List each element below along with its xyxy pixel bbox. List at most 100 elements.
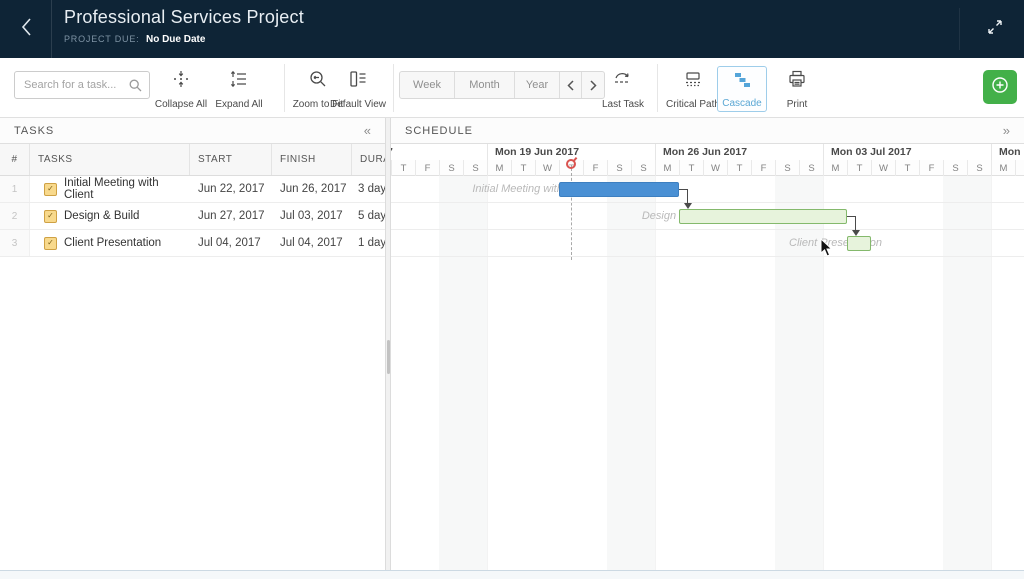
day-header-cell: T	[727, 160, 751, 176]
expand-arrows-icon	[987, 19, 1003, 40]
task-name-cell: ✓ Client Presentation	[30, 230, 190, 256]
collapse-panel-button[interactable]: «	[364, 123, 371, 138]
task-finish-date: Jun 26, 2017	[272, 176, 352, 202]
schedule-panel-title: SCHEDULE	[405, 125, 473, 137]
toolbar: Collapse All Expand All Zoom to Fit	[0, 58, 1024, 118]
app-header: Professional Services Project PROJECT DU…	[0, 0, 1024, 58]
last-task-icon	[612, 69, 634, 89]
day-header-cell: W	[871, 160, 895, 176]
task-start-date: Jun 27, 2017	[190, 203, 272, 229]
search-input[interactable]	[15, 79, 129, 91]
chevron-left-icon	[20, 17, 32, 42]
view-option-year[interactable]: Year	[515, 72, 560, 98]
day-header-cell: S	[631, 160, 655, 176]
day-header-cell: T	[679, 160, 703, 176]
task-duration: 3 days	[352, 176, 385, 202]
week-header-cell: Mon 03 Jul 2017	[823, 144, 991, 160]
view-option-week[interactable]: Week	[400, 72, 455, 98]
day-header-cell: S	[943, 160, 967, 176]
add-circle-icon	[991, 76, 1009, 99]
page-title: Professional Services Project	[64, 7, 304, 28]
weekend-stripe	[631, 176, 655, 570]
print-icon	[787, 69, 807, 89]
default-view-icon	[348, 69, 368, 89]
weekend-stripe	[799, 176, 823, 570]
task-rows: 1✓Initial Meeting with ClientJun 22, 201…	[0, 176, 385, 257]
expand-all-icon	[229, 69, 249, 89]
collapse-all-icon	[171, 69, 191, 89]
default-view-button[interactable]: Default View	[326, 66, 390, 112]
expand-panel-button[interactable]: »	[1003, 123, 1010, 138]
task-icon: ✓	[44, 237, 57, 250]
task-name: Initial Meeting with Client	[64, 177, 190, 201]
day-header-cell: S	[775, 160, 799, 176]
schedule-panel: SCHEDULE » 7Mon 19 Jun 2017Mon 26 Jun 20…	[391, 118, 1024, 570]
task-row[interactable]: 2✓Design & BuildJun 27, 2017Jul 03, 2017…	[0, 203, 385, 230]
week-boundary-line	[991, 176, 992, 570]
day-header-cell: M	[823, 160, 847, 176]
task-name: Client Presentation	[64, 237, 161, 249]
week-boundary-line	[823, 176, 824, 570]
toolbar-divider	[657, 64, 658, 112]
gantt-chart-area: Initial Meeting with ClientDesign & Buil…	[391, 176, 1024, 570]
critical-path-icon	[683, 69, 703, 89]
fullscreen-toggle-button[interactable]	[978, 12, 1012, 46]
horizontal-scrollbar[interactable]	[0, 570, 1024, 579]
weekend-stripe	[967, 176, 991, 570]
tasks-panel: TASKS « # TASKS START FINISH DURAT 1✓Ini…	[0, 118, 385, 570]
gantt-bar[interactable]	[847, 236, 871, 251]
week-header-row: 7Mon 19 Jun 2017Mon 26 Jun 2017Mon 03 Ju…	[391, 144, 1024, 160]
task-search	[14, 71, 150, 99]
weekend-stripe	[607, 176, 631, 570]
gantt-bar[interactable]	[559, 182, 679, 197]
search-icon	[129, 79, 142, 92]
cascade-button[interactable]: Cascade	[717, 66, 767, 112]
day-header-cell: T	[391, 160, 415, 176]
column-header-tasks: TASKS	[30, 144, 190, 175]
back-button[interactable]	[0, 0, 52, 58]
print-button[interactable]: Print	[773, 66, 821, 112]
task-finish-date: Jul 03, 2017	[272, 203, 352, 229]
column-header-finish: FINISH	[272, 144, 352, 175]
day-header-cell: S	[463, 160, 487, 176]
gantt-bar[interactable]	[679, 209, 847, 224]
day-header-cell: S	[967, 160, 991, 176]
current-date-pin-icon	[566, 159, 576, 169]
column-header-duration: DURAT	[352, 144, 385, 175]
day-header-cell: T	[895, 160, 919, 176]
task-row[interactable]: 1✓Initial Meeting with ClientJun 22, 201…	[0, 176, 385, 203]
expand-all-button[interactable]: Expand All	[210, 66, 268, 112]
task-row-number: 3	[0, 230, 30, 256]
toolbar-divider	[393, 64, 394, 112]
project-due-label: PROJECT DUE:	[64, 34, 139, 44]
week-header-cell: 7	[391, 144, 487, 160]
task-row[interactable]: 3✓Client PresentationJul 04, 2017Jul 04,…	[0, 230, 385, 257]
week-boundary-line	[655, 176, 656, 570]
column-header-start: START	[190, 144, 272, 175]
cascade-icon	[732, 70, 752, 90]
day-header-cell: F	[919, 160, 943, 176]
day-header-cell: S	[607, 160, 631, 176]
timeline-prev-button[interactable]	[560, 72, 582, 98]
critical-path-button[interactable]: Critical Path	[662, 66, 724, 112]
task-table-header: # TASKS START FINISH DURAT	[0, 144, 385, 176]
header-separator	[959, 8, 960, 50]
add-task-button[interactable]	[983, 70, 1017, 104]
day-header-cell: F	[751, 160, 775, 176]
day-header-cell: W	[535, 160, 559, 176]
view-option-month[interactable]: Month	[455, 72, 515, 98]
day-header-cell: T	[847, 160, 871, 176]
project-due-value: No Due Date	[146, 34, 205, 45]
dependency-connector	[855, 216, 856, 231]
day-header-cell: T	[511, 160, 535, 176]
task-duration: 5 days	[352, 203, 385, 229]
week-header-cell: Mon 26 Jun 2017	[655, 144, 823, 160]
task-icon: ✓	[44, 183, 57, 196]
last-task-button[interactable]: Last Task	[595, 66, 651, 112]
collapse-all-button[interactable]: Collapse All	[152, 66, 210, 112]
day-header-cell	[1015, 160, 1024, 176]
week-boundary-line	[487, 176, 488, 570]
zoom-to-fit-icon	[308, 69, 328, 89]
task-icon: ✓	[44, 210, 57, 223]
weekend-stripe	[463, 176, 487, 570]
